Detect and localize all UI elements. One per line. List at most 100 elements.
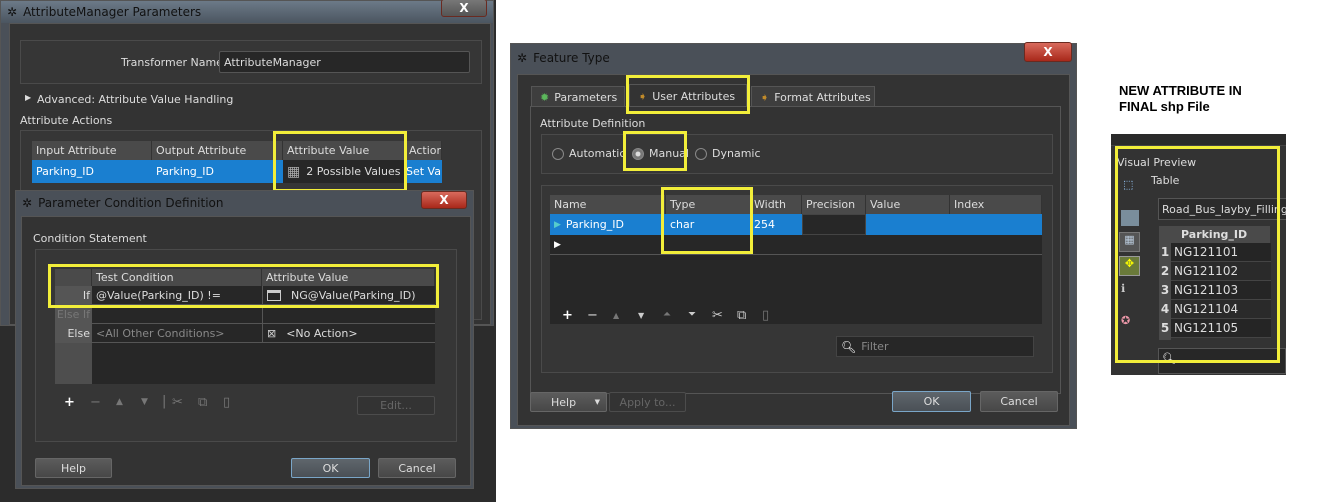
action-cell[interactable]: Set Value [405,160,442,183]
parking-id-cell[interactable]: NG121102 [1171,262,1271,281]
expand-arrow-icon[interactable]: ▶ [25,93,31,102]
index-cell[interactable] [950,214,1042,235]
preview-row[interactable]: 4 NG121104 [1159,300,1271,319]
move-down-icon[interactable]: ▼ [638,311,644,320]
column-header[interactable]: Input Attribute [32,141,152,160]
column-header[interactable]: Precision [802,195,866,214]
preview-row[interactable]: 3 NG121103 [1159,281,1271,300]
column-header[interactable]: Parking_ID [1171,226,1271,243]
edit-button[interactable]: Edit... [357,396,435,415]
help-button[interactable]: Help [35,458,112,478]
copy-icon[interactable]: ⧉ [737,308,746,323]
note-text: NEW ATTRIBUTE IN FINAL shp File [1119,83,1242,114]
move-up-icon[interactable]: ▲ [613,311,619,320]
parking-id-cell[interactable]: NG121101 [1171,243,1271,262]
new-row[interactable]: ▶ [550,235,1042,255]
transformer-name-label: Transformer Name: [121,56,227,69]
table-label: Table [1151,174,1180,187]
add-icon[interactable]: + [64,395,75,410]
radio-automatic[interactable]: Automatic [552,147,625,160]
filter-input[interactable]: 🔍︎ Filter [836,336,1034,357]
preview-row[interactable]: 5 NG121105 [1159,319,1271,338]
paste-icon[interactable]: ▯ [223,395,230,410]
title-bar: ✲ AttributeManager Parameters [1,1,493,23]
move-up-icon[interactable]: ▲ [116,397,123,407]
column-header[interactable]: Action [405,141,442,160]
column-header[interactable]: Type [666,195,752,214]
column-header[interactable]: Width [752,195,802,214]
cancel-button[interactable]: Cancel [980,391,1058,412]
remove-icon[interactable]: − [587,308,598,323]
column-header[interactable]: Value [866,195,950,214]
transformer-name-input[interactable]: AttributeManager [219,51,470,73]
zoom-select-icon[interactable]: ⬚ [1123,178,1133,191]
row-label: Else [55,324,92,343]
cut-icon[interactable]: ✂ [172,395,183,410]
move-bottom-icon[interactable]: ⏷ [688,309,696,320]
radio-icon [552,148,564,160]
ok-button[interactable]: OK [892,391,971,412]
window-title: AttributeManager Parameters [23,5,202,19]
tab-parameters[interactable]: ✹ Parameters [531,86,625,107]
row-number: 2 [1159,262,1171,281]
content-panel: Condition Statement Test Condition Attri… [21,216,471,486]
grid-icon: ▦ [287,163,301,180]
attribute-value-cell[interactable]: ▦ 2 Possible Values [283,160,405,183]
type-cell[interactable]: char [666,214,752,235]
apply-to-button[interactable]: Apply to... [609,392,686,412]
parking-id-cell[interactable]: NG121105 [1171,319,1271,338]
dataset-select[interactable]: Road_Bus_layby_Filling [1158,198,1286,220]
map-view-icon[interactable]: ✥ [1119,256,1140,276]
close-button[interactable]: X [441,0,487,17]
cut-icon[interactable]: ✂ [712,308,723,323]
dropdown-arrow-icon: ▼ [594,398,600,406]
attribute-value-cell[interactable] [262,305,435,324]
parking-id-cell[interactable]: NG121103 [1171,281,1271,300]
attribute-value-cell[interactable]: NG@Value(Parking_ID) [262,286,435,305]
move-top-icon[interactable]: ⏶ [663,309,671,320]
radio-dynamic[interactable]: Dynamic [695,147,761,160]
attribute-value-cell[interactable]: ⊠ <No Action> [262,324,435,343]
layout-icon[interactable] [1121,210,1139,226]
test-condition-cell[interactable] [92,305,262,324]
radio-manual[interactable]: Manual [632,147,689,160]
preview-row[interactable]: 2 NG121102 [1159,262,1271,281]
close-button[interactable]: X [421,191,467,209]
add-icon[interactable]: + [562,308,573,323]
window-title: Feature Type [533,51,610,65]
tab-format-attributes[interactable]: ➧ Format Attributes [751,86,875,107]
paste-icon[interactable]: ▯ [762,308,769,323]
search-icon: 🔍︎ [841,339,857,354]
advanced-section-toggle[interactable]: Advanced: Attribute Value Handling [37,93,233,106]
attribute-definition-label: Attribute Definition [540,117,646,130]
test-condition-cell[interactable]: <All Other Conditions> [92,324,262,343]
info-icon[interactable]: ℹ [1121,282,1125,295]
parking-id-cell[interactable]: NG121104 [1171,300,1271,319]
tab-user-attributes[interactable]: ➧ User Attributes [629,84,747,107]
column-header[interactable]: Attribute Value [283,141,405,160]
cancel-button[interactable]: Cancel [378,458,456,478]
column-header[interactable]: Name [550,195,666,214]
width-cell[interactable]: 254 [752,214,802,235]
inspector-icon[interactable]: ✪ [1121,314,1130,327]
row-number: 4 [1159,300,1171,319]
preview-row[interactable]: 1 NG121101 [1159,243,1271,262]
test-condition-cell[interactable]: @Value(Parking_ID) != [92,286,262,305]
copy-icon[interactable]: ⧉ [198,395,207,410]
remove-icon[interactable]: − [90,395,101,410]
column-header[interactable]: Output Attribute [152,141,283,160]
column-header[interactable]: Index [950,195,1042,214]
preview-search[interactable]: 🔍︎ [1158,348,1286,374]
value-cell[interactable] [866,214,950,235]
ok-button[interactable]: OK [291,458,370,478]
table-view-icon[interactable]: ▦ [1119,232,1140,252]
move-down-icon[interactable]: ▼ [141,397,148,407]
close-button[interactable]: X [1024,42,1072,62]
name-cell[interactable]: ▶ Parking_ID [550,214,666,235]
help-button[interactable]: Help ▼ [530,392,607,412]
output-attribute-cell[interactable]: Parking_ID [152,160,283,183]
precision-cell[interactable] [802,214,866,235]
input-attribute-cell[interactable]: Parking_ID [32,160,152,183]
column-header[interactable]: Attribute Value [262,269,435,286]
column-header[interactable]: Test Condition [92,269,262,286]
